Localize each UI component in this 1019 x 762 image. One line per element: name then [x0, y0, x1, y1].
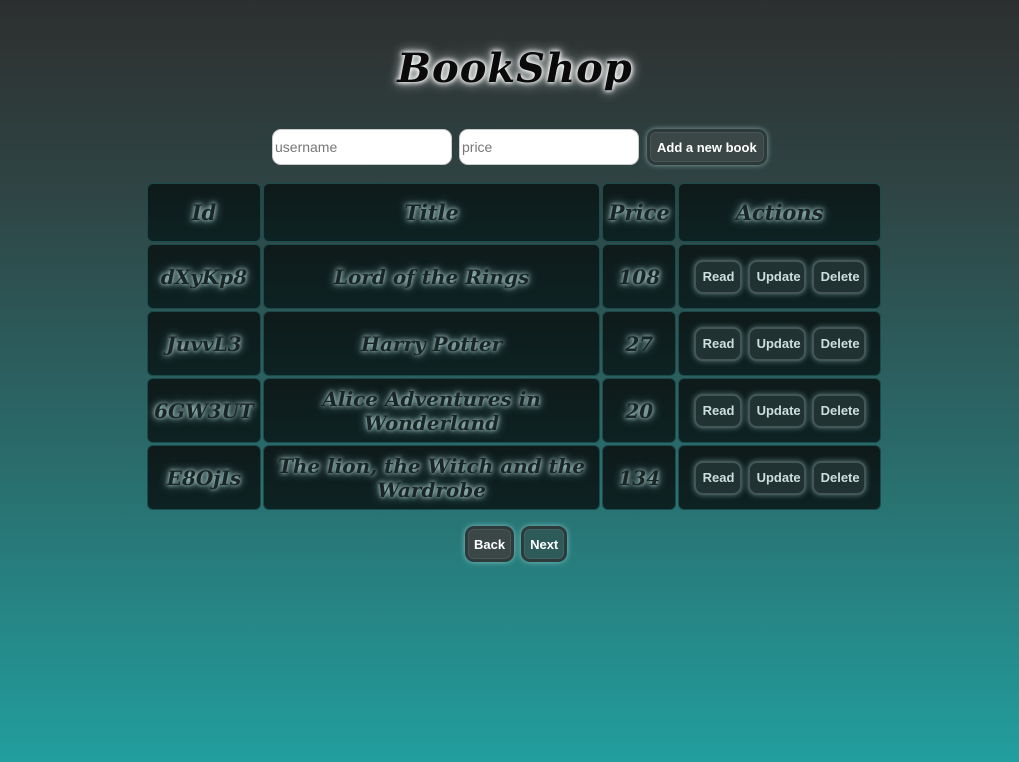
cell-actions: Read Update Delete	[678, 244, 881, 309]
cell-actions: Read Update Delete	[678, 378, 881, 443]
table-row: JuvvL3 Harry Potter 27 Read Update Delet…	[147, 311, 881, 376]
delete-button[interactable]: Delete	[811, 326, 866, 361]
cell-title: The lion, the Witch and the Wardrobe	[262, 445, 601, 510]
delete-button[interactable]: Delete	[811, 393, 866, 428]
cell-title: Harry Potter	[262, 311, 601, 376]
row-actions: Read Update Delete	[679, 326, 880, 361]
row-actions: Read Update Delete	[679, 259, 880, 294]
read-button[interactable]: Read	[693, 393, 742, 428]
cell-title: Alice Adventures in Wonderland	[262, 378, 601, 443]
cell-price: 27	[602, 311, 677, 376]
row-actions: Read Update Delete	[679, 460, 880, 495]
header-title: Title	[262, 183, 601, 242]
next-button[interactable]: Next	[521, 526, 568, 562]
update-button[interactable]: Update	[747, 326, 806, 361]
add-book-button[interactable]: Add a new book	[647, 129, 767, 165]
title-wrap: BookShop	[397, 38, 633, 98]
table-row: E8OjIs The lion, the Witch and the Wardr…	[147, 445, 881, 510]
header-id: Id	[147, 183, 261, 242]
delete-button[interactable]: Delete	[811, 460, 866, 495]
cell-actions: Read Update Delete	[678, 445, 881, 510]
update-button[interactable]: Update	[747, 259, 806, 294]
header-price: Price	[602, 183, 677, 242]
delete-button[interactable]: Delete	[811, 259, 866, 294]
cell-id: 6GW3UT	[147, 378, 261, 443]
read-button[interactable]: Read	[693, 259, 742, 294]
back-button[interactable]: Back	[465, 526, 515, 562]
username-input[interactable]	[272, 129, 452, 165]
cell-id: dXyKp8	[147, 244, 261, 309]
price-input[interactable]	[459, 129, 639, 165]
page-title: BookShop	[397, 44, 633, 92]
cell-actions: Read Update Delete	[678, 311, 881, 376]
cell-price: 108	[602, 244, 677, 309]
cell-price: 20	[602, 378, 677, 443]
books-table: Id Title Price Actions dXyKp8 Lord of th…	[145, 181, 883, 512]
table-header-row: Id Title Price Actions	[147, 183, 881, 242]
read-button[interactable]: Read	[693, 326, 742, 361]
cell-id: JuvvL3	[147, 311, 261, 376]
cell-price: 134	[602, 445, 677, 510]
cell-id: E8OjIs	[147, 445, 261, 510]
add-book-form: Add a new book	[272, 129, 767, 165]
row-actions: Read Update Delete	[679, 393, 880, 428]
read-button[interactable]: Read	[693, 460, 742, 495]
table-row: dXyKp8 Lord of the Rings 108 Read Update…	[147, 244, 881, 309]
update-button[interactable]: Update	[747, 393, 806, 428]
pagination: Back Next	[465, 526, 568, 562]
table-row: 6GW3UT Alice Adventures in Wonderland 20…	[147, 378, 881, 443]
update-button[interactable]: Update	[747, 460, 806, 495]
header-actions: Actions	[678, 183, 881, 242]
cell-title: Lord of the Rings	[262, 244, 601, 309]
